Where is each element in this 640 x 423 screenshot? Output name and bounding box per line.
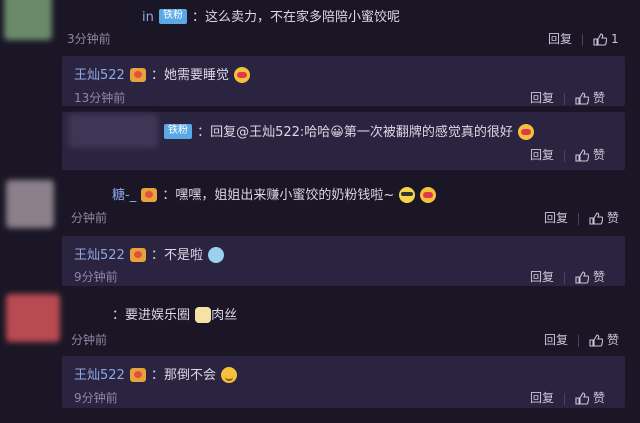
- cat-emoji-icon: [195, 306, 212, 323]
- comment-text: ：那倒不会: [151, 368, 217, 383]
- avatar[interactable]: [68, 114, 158, 148]
- reply-button[interactable]: 回复: [530, 270, 554, 284]
- fan-badge: 铁粉: [158, 9, 187, 24]
- comment-text: ：不是啦: [151, 248, 204, 263]
- reply-button[interactable]: 回复: [544, 211, 568, 225]
- thumbs-up-icon[interactable]: [593, 33, 608, 46]
- fan-badge: 铁粉: [164, 124, 192, 139]
- divider: [578, 212, 580, 225]
- reply-button[interactable]: 回复: [530, 148, 554, 162]
- divider: [564, 92, 566, 105]
- comment-item: in 铁粉 ：这么卖力，不在家多陪陪小蜜饺呢 3分钟前 回复 1: [0, 0, 640, 52]
- username[interactable]: 王灿522: [74, 248, 125, 263]
- comment-text: ：回复@王灿522:哈哈😀第一次被翻牌的感觉真的很好: [197, 125, 513, 140]
- like-count: 1: [611, 32, 619, 46]
- comment-item: 糖-_ ：嘿嘿，姐姐出来赚小蜜饺的奶粉钱啦~ 分钟前 回复 赞: [0, 176, 640, 230]
- thumbs-up-icon[interactable]: [575, 149, 590, 162]
- comment-actions: 回复 赞: [544, 209, 619, 226]
- grin-emoji-icon: [399, 186, 416, 203]
- reply-box: 王灿522 ：她需要睡觉 13分钟前 回复 赞: [62, 56, 625, 106]
- username[interactable]: in: [142, 10, 154, 25]
- timestamp: 分钟前: [71, 333, 108, 347]
- divider: [564, 392, 566, 405]
- comment-text: ：要进娱乐圈: [112, 308, 191, 323]
- reply-box: 王灿522 ：不是啦 9分钟前 回复 赞: [62, 236, 625, 286]
- timestamp: 9分钟前: [74, 270, 118, 284]
- heart-eyes-emoji-icon: [420, 186, 437, 203]
- like-label[interactable]: 赞: [607, 211, 619, 225]
- reply-button[interactable]: 回复: [530, 91, 554, 105]
- avatar[interactable]: [4, 0, 52, 40]
- comment-text: ：嘿嘿，姐姐出来赚小蜜饺的奶粉钱啦~: [162, 188, 395, 203]
- username[interactable]: 王灿522: [74, 368, 125, 383]
- like-label[interactable]: 赞: [593, 91, 605, 105]
- like-label[interactable]: 赞: [593, 391, 605, 405]
- thumbs-up-icon[interactable]: [589, 334, 604, 347]
- timestamp: 13分钟前: [74, 91, 126, 105]
- divider: [578, 334, 580, 347]
- vip-icon: [129, 247, 146, 262]
- comment-text: ：这么卖力，不在家多陪陪小蜜饺呢: [192, 10, 401, 25]
- timestamp: 3分钟前: [67, 32, 111, 46]
- thumbs-up-icon[interactable]: [575, 392, 590, 405]
- thumbs-up-icon[interactable]: [575, 92, 590, 105]
- reply-button[interactable]: 回复: [544, 333, 568, 347]
- reply-button[interactable]: 回复: [548, 32, 572, 46]
- laugh-cry-emoji-icon: [208, 246, 225, 263]
- like-label[interactable]: 赞: [593, 270, 605, 284]
- avatar[interactable]: [6, 180, 54, 228]
- vip-icon: [129, 367, 146, 382]
- username[interactable]: 糖-_: [112, 188, 136, 203]
- comment-item: ：要进娱乐圈 肉丝 分钟前 回复 赞: [0, 292, 640, 350]
- comment-actions: 回复 赞: [530, 389, 605, 406]
- comment-actions: 回复 赞: [530, 89, 605, 106]
- comment-actions: 回复 1: [548, 30, 619, 47]
- vip-icon: [129, 67, 146, 82]
- reply-box: 王灿522 ：那倒不会 9分钟前 回复 赞: [62, 356, 625, 408]
- divider: [564, 149, 566, 162]
- comment-actions: 回复 赞: [544, 331, 619, 348]
- comment-actions: 回复 赞: [530, 146, 605, 163]
- thumbs-up-icon[interactable]: [575, 271, 590, 284]
- comment-text: ：她需要睡觉: [151, 68, 230, 83]
- smile-emoji-icon: [221, 366, 238, 383]
- vip-icon: [141, 187, 158, 202]
- like-label[interactable]: 赞: [607, 333, 619, 347]
- tongue-emoji-icon: [517, 123, 534, 140]
- like-label[interactable]: 赞: [593, 148, 605, 162]
- timestamp: 9分钟前: [74, 391, 118, 405]
- reply-box: 铁粉 ：回复@王灿522:哈哈😀第一次被翻牌的感觉真的很好 回复 赞: [62, 112, 625, 170]
- thumbs-up-icon[interactable]: [589, 212, 604, 225]
- avatar[interactable]: [6, 294, 60, 342]
- reply-button[interactable]: 回复: [530, 391, 554, 405]
- divider: [582, 33, 584, 46]
- divider: [564, 271, 566, 284]
- comment-text-tail: 肉丝: [211, 308, 238, 323]
- username[interactable]: 王灿522: [74, 68, 125, 83]
- heart-eyes-emoji-icon: [234, 66, 251, 83]
- timestamp: 分钟前: [71, 211, 108, 225]
- comment-actions: 回复 赞: [530, 268, 605, 285]
